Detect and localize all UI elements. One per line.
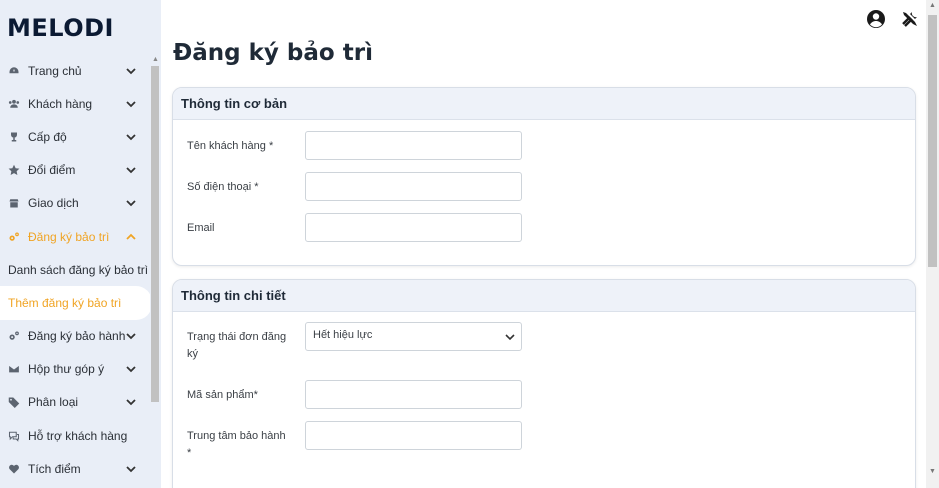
chevron-down-icon (126, 67, 136, 74)
shop-icon (7, 197, 20, 210)
sidebar-item-label: Hỗ trợ khách hàng (28, 428, 128, 443)
users-icon (7, 97, 20, 110)
phone-label: Số điện thoại * (187, 181, 259, 193)
sidebar-item-points[interactable]: Tích điểm (0, 452, 150, 485)
scroll-up-arrow-icon[interactable]: ▲ (150, 56, 161, 64)
sidebar-item-support[interactable]: Hỗ trợ khách hàng (0, 419, 150, 452)
basic-info-card: Thông tin cơ bản Tên khách hàng * Số điệ… (172, 87, 916, 266)
sidebar-subitem-label: Thêm đăng ký bảo trì (8, 295, 122, 310)
details-card: Thông tin chi tiết Trạng thái đơn đăng k… (172, 279, 916, 488)
star-icon (7, 164, 20, 177)
sidebar-item-redeem[interactable]: Đổi điểm (0, 154, 150, 187)
product-code-label: Mã sản phẩm* (187, 389, 258, 401)
sidebar-item-transactions[interactable]: Giao dịch (0, 187, 150, 220)
sidebar-item-warranty[interactable]: Đăng ký bảo hành (0, 320, 150, 353)
email-label: Email (187, 222, 215, 234)
app: MELODI Trang chủ Khách hàng Cấp độ Đổi đ… (0, 0, 939, 488)
chevron-down-icon (126, 466, 136, 473)
status-select[interactable]: Hết hiệu lực (305, 322, 522, 351)
sidebar-item-label: Đổi điểm (28, 163, 76, 178)
topbar-actions (866, 9, 920, 29)
warranty-center-input[interactable] (305, 421, 522, 450)
chevron-down-icon (126, 333, 136, 340)
sidebar-item-maintenance[interactable]: Đăng ký bảo trì (0, 220, 150, 253)
chevron-down-icon (126, 399, 136, 406)
sidebar-nav: Trang chủ Khách hàng Cấp độ Đổi điểm Gia (0, 54, 152, 485)
chevron-down-icon (126, 101, 136, 108)
brand-logo[interactable]: MELODI (7, 14, 114, 42)
scroll-up-arrow-icon[interactable]: ▲ (926, 2, 939, 12)
chevron-up-icon (126, 233, 136, 240)
scroll-down-arrow-icon[interactable]: ▼ (926, 468, 939, 478)
heart-icon (7, 462, 20, 475)
sidebar-item-label: Phân loại (28, 395, 79, 410)
sidebar-item-dashboard[interactable]: Trang chủ (0, 54, 150, 87)
sidebar-item-feedback[interactable]: Hộp thư góp ý (0, 353, 150, 386)
sidebar-subitem-add-maintenance[interactable]: Thêm đăng ký bảo trì (0, 286, 152, 320)
sidebar-item-label: Hộp thư góp ý (28, 362, 105, 377)
phone-input[interactable] (305, 172, 522, 201)
user-circle-icon[interactable] (866, 9, 886, 29)
main-content: Đăng ký bảo trì Thông tin cơ bản Tên khá… (161, 0, 926, 488)
dashboard-icon (7, 64, 20, 77)
sidebar-subitem-label: Danh sách đăng ký bảo trì (8, 262, 149, 277)
sidebar-item-customers[interactable]: Khách hàng (0, 87, 150, 120)
sidebar: MELODI Trang chủ Khách hàng Cấp độ Đổi đ… (0, 0, 161, 488)
tools-icon[interactable] (900, 9, 920, 29)
sidebar-item-label: Khách hàng (28, 96, 93, 111)
tags-icon (7, 396, 20, 409)
page-title: Đăng ký bảo trì (173, 40, 373, 66)
customer-name-label: Tên khách hàng * (187, 140, 274, 152)
cogs-icon (7, 230, 20, 243)
chevron-down-icon (505, 334, 515, 341)
customer-name-input[interactable] (305, 131, 522, 160)
envelope-icon (7, 363, 20, 376)
cogs-icon (7, 330, 20, 343)
chevron-down-icon (126, 167, 136, 174)
status-label: Trạng thái đơn đăng ký (187, 331, 287, 360)
chevron-down-icon (126, 200, 136, 207)
sidebar-item-label: Cấp độ (28, 129, 67, 144)
chevron-down-icon (126, 134, 136, 141)
basic-info-title: Thông tin cơ bản (173, 88, 915, 120)
email-input[interactable] (305, 213, 522, 242)
sidebar-item-label: Giao dịch (28, 196, 79, 211)
status-select-value: Hết hiệu lực (313, 329, 373, 341)
chevron-down-icon (126, 366, 136, 373)
sidebar-item-label: Đăng ký bảo hành (28, 329, 126, 344)
sidebar-item-label: Trang chủ (28, 63, 82, 78)
sidebar-scrollbar-thumb[interactable] (151, 66, 159, 402)
product-code-input[interactable] (305, 380, 522, 409)
sidebar-item-label: Tích điểm (28, 461, 81, 476)
warranty-center-label: Trung tâm bảo hành * (187, 430, 286, 459)
trophy-icon (7, 130, 20, 143)
chat-icon (7, 429, 20, 442)
sidebar-item-categories[interactable]: Phân loại (0, 386, 150, 419)
details-title: Thông tin chi tiết (173, 280, 915, 312)
sidebar-subitem-maintenance-list[interactable]: Danh sách đăng ký bảo trì (0, 253, 150, 286)
sidebar-item-levels[interactable]: Cấp độ (0, 120, 150, 153)
page-scrollbar-thumb[interactable] (928, 15, 937, 267)
sidebar-item-label: Đăng ký bảo trì (28, 229, 110, 244)
